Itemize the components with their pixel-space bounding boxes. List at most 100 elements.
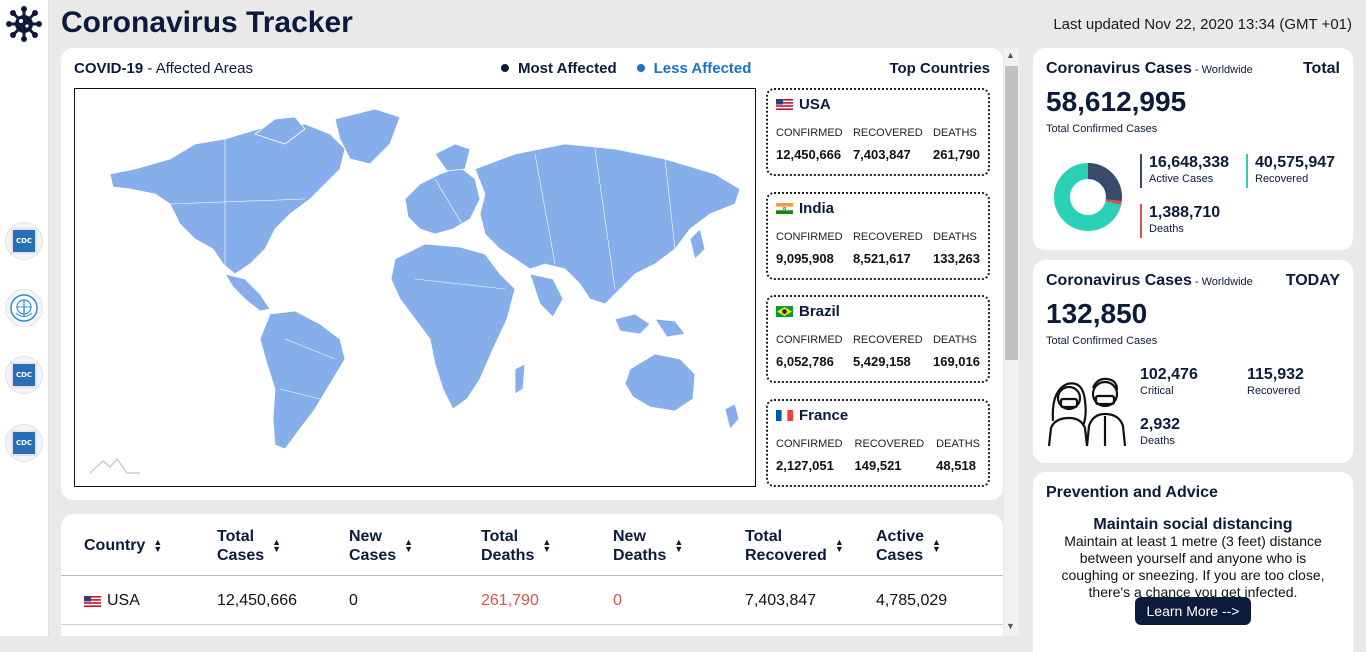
learn-more-button[interactable]: Learn More -->	[1135, 597, 1251, 625]
recovered-value: 5,429,158	[852, 354, 911, 369]
recovered-value: 7,403,847	[852, 147, 911, 162]
column-header-new-cases[interactable]: New Cases ▲ ▼	[349, 527, 413, 565]
top-country-card[interactable]: USA CONFIRMED 12,450,666 RECOVERED 7,403,8…	[766, 88, 990, 176]
cell-country: USA	[84, 592, 140, 610]
prevention-advice-card: Prevention and Advice Maintain social di…	[1033, 472, 1353, 652]
cdc-source-link[interactable]: CDC	[5, 222, 43, 260]
critical-stat: 102,476 Critical	[1140, 366, 1198, 397]
country-name: France	[776, 407, 980, 424]
cdc-logo-icon: CDC	[11, 430, 37, 456]
deaths-label: DEATHS	[932, 127, 977, 139]
recovered-value: 149,521	[854, 458, 902, 473]
scroll-down-arrow-icon[interactable]: ▼	[1006, 621, 1015, 631]
cdc-source-link[interactable]: CDC	[5, 424, 43, 462]
affected-areas-card: COVID-19 - Affected Areas Most Affected …	[61, 48, 1003, 500]
table-header-row: Country ▲ ▼ Total Cases ▲ ▼ New Cases ▲ ▼ Total D…	[61, 514, 1003, 576]
confirmed-value: 6,052,786	[776, 354, 834, 369]
sort-icon[interactable]: ▲ ▼	[153, 537, 162, 553]
world-map[interactable]	[74, 88, 756, 487]
world-map-svg	[89, 108, 741, 474]
sort-icon[interactable]: ▲ ▼	[272, 538, 281, 554]
total-confirmed-value: 58,612,995	[1046, 86, 1187, 117]
masked-people-icon	[1047, 377, 1127, 447]
sort-icon[interactable]: ▲ ▼	[932, 538, 941, 554]
deaths-label: DEATHS	[932, 334, 977, 346]
recovered-label: RECOVERED	[852, 334, 923, 346]
card-title: Coronavirus Cases - Worldwide	[1046, 272, 1253, 289]
deaths-label: DEATHS	[936, 438, 980, 450]
legend-less-affected: Less Affected	[636, 60, 751, 77]
column-header-total-deaths[interactable]: Total Deaths ▲ ▼	[481, 527, 551, 565]
us-flag-icon	[776, 99, 793, 110]
today-confirmed-label: Total Confirmed Cases	[1046, 335, 1158, 347]
cell-new-deaths: 0	[613, 592, 622, 609]
cell-new-cases: 0	[349, 592, 358, 609]
column-header-active-cases[interactable]: Active Cases ▲ ▼	[876, 527, 941, 565]
recovered-label: RECOVERED	[854, 438, 925, 450]
country-name: USA	[776, 96, 980, 113]
page-title: Coronavirus Tracker	[61, 6, 353, 39]
virus-logo-icon[interactable]	[6, 6, 42, 42]
row-divider	[61, 624, 1003, 625]
scrollbar-thumb[interactable]	[1005, 66, 1018, 360]
today-deaths-stat: 2,932 Deaths	[1140, 416, 1181, 447]
cell-total-deaths: 261,790	[481, 592, 539, 609]
legend-most-affected: Most Affected	[501, 60, 617, 77]
deaths-stat: 1,388,710 Deaths	[1140, 204, 1220, 238]
sort-icon[interactable]: ▲ ▼	[404, 538, 413, 554]
advice-heading: Maintain social distancing	[1093, 516, 1293, 533]
country-name: Brazil	[776, 303, 980, 320]
cdc-source-link[interactable]: CDC	[5, 356, 43, 394]
map-watermark-icon	[89, 457, 140, 474]
top-country-card[interactable]: India CONFIRMED 9,095,908 RECOVERED 8,521,…	[766, 192, 990, 280]
scroll-up-arrow-icon[interactable]: ▲	[1006, 50, 1015, 60]
dot-icon	[501, 64, 509, 73]
recovered-label: RECOVERED	[852, 231, 923, 243]
sort-icon[interactable]: ▲ ▼	[674, 538, 683, 554]
sort-icon[interactable]: ▲ ▼	[542, 538, 551, 554]
confirmed-label: CONFIRMED	[776, 438, 843, 450]
cdc-logo-icon: CDC	[11, 228, 37, 254]
deaths-value: 169,016	[932, 354, 980, 369]
confirmed-label: CONFIRMED	[776, 127, 843, 139]
advice-text: Maintain at least 1 metre (3 feet) dista…	[1061, 533, 1325, 600]
column-header-country[interactable]: Country ▲ ▼	[84, 536, 162, 555]
card-tag: Total	[1302, 60, 1340, 77]
cell-total-cases: 12,450,666	[217, 592, 298, 609]
brazil-flag-icon	[776, 306, 793, 317]
today-confirmed-value: 132,850	[1046, 298, 1148, 329]
india-flag-icon	[776, 203, 793, 214]
france-flag-icon	[776, 410, 793, 421]
top-country-card[interactable]: Brazil CONFIRMED 6,052,786 RECOVERED 5,429…	[766, 295, 990, 383]
cell-total-recovered: 7,403,847	[745, 592, 817, 609]
confirmed-value: 2,127,051	[776, 458, 834, 473]
country-name: India	[776, 200, 980, 217]
recovered-label: RECOVERED	[852, 127, 923, 139]
column-header-total-cases[interactable]: Total Cases ▲ ▼	[217, 527, 281, 565]
countries-table: Country ▲ ▼ Total Cases ▲ ▼ New Cases ▲ ▼ Total D…	[61, 514, 1003, 636]
total-confirmed-label: Total Confirmed Cases	[1046, 123, 1158, 135]
who-logo-icon	[10, 294, 38, 322]
column-header-new-deaths[interactable]: New Deaths ▲ ▼	[613, 527, 683, 565]
top-countries-label: Top Countries	[889, 60, 990, 77]
recovered-value: 8,521,617	[852, 251, 911, 266]
map-title: COVID-19 - Affected Areas	[74, 60, 253, 77]
cdc-logo-icon: CDC	[11, 362, 37, 388]
top-country-card[interactable]: France CONFIRMED 2,127,051 RECOVERED 149,5…	[766, 399, 990, 487]
today-cases-card: Coronavirus Cases - Worldwide TODAY 132,…	[1033, 260, 1353, 463]
advice-title: Prevention and Advice	[1046, 484, 1218, 501]
last-updated-text: Last updated Nov 22, 2020 13:34 (GMT +01…	[1053, 16, 1352, 33]
column-header-total-recovered[interactable]: Total Recovered ▲ ▼	[745, 527, 844, 565]
who-source-link[interactable]	[5, 289, 43, 327]
cell-active-cases: 4,785,029	[876, 592, 948, 609]
deaths-label: DEATHS	[932, 231, 977, 243]
dot-icon	[636, 64, 645, 73]
map-legend: Most Affected Less Affected	[501, 60, 751, 77]
confirmed-label: CONFIRMED	[776, 231, 843, 243]
sort-icon[interactable]: ▲ ▼	[835, 538, 844, 554]
recovered-stat: 40,575,947 Recovered	[1246, 154, 1335, 188]
deaths-value: 48,518	[936, 458, 976, 473]
sidebar: CDC CDC CDC	[0, 0, 49, 636]
today-recovered-stat: 115,932 Recovered	[1247, 366, 1304, 397]
confirmed-value: 9,095,908	[776, 251, 834, 266]
